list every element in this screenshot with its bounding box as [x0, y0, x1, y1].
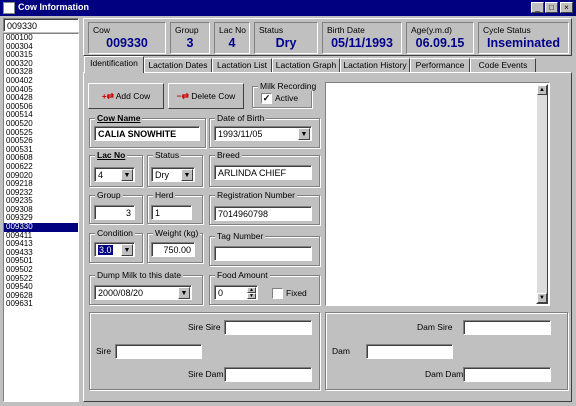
- notes-textarea[interactable]: ▲ ▼: [325, 82, 550, 306]
- chevron-down-icon[interactable]: ▼: [121, 169, 133, 181]
- active-checkbox[interactable]: ✓: [261, 93, 272, 104]
- add-cow-button[interactable]: +⇄ Add Cow: [88, 83, 164, 109]
- cow-list[interactable]: 000100 000304 000315 000320 000328 000402 0004…: [3, 33, 79, 402]
- cow-list-item[interactable]: 009631: [4, 300, 78, 309]
- scroll-up-icon[interactable]: ▲: [537, 85, 547, 95]
- dam-field[interactable]: [366, 344, 453, 359]
- sire-field[interactable]: [115, 344, 202, 359]
- tab-lactation-dates[interactable]: Lactation Dates: [144, 58, 212, 72]
- food-amount-field[interactable]: 0 ▲ ▼: [214, 285, 258, 300]
- dam-dam-field[interactable]: [463, 367, 551, 382]
- app-icon: [3, 2, 15, 14]
- lacno-select[interactable]: 4 ▼: [94, 167, 135, 182]
- dam-sire-field[interactable]: [463, 320, 551, 335]
- dam-pedigree-group: Dam Sire Dam Dam Dam: [325, 312, 568, 390]
- milk-recording-group: Milk Recording ✓ Active: [252, 81, 319, 108]
- fixed-checkbox[interactable]: [272, 288, 283, 299]
- sire-sire-label: Sire Sire: [188, 322, 221, 332]
- cow-summary-header: Cow 009330 Group 3 Lac No 4 Status Dry B…: [83, 18, 572, 56]
- cow-name-field[interactable]: CALIA SNOWHITE: [94, 126, 200, 141]
- herd-field[interactable]: 1: [151, 205, 192, 220]
- minimize-button[interactable]: _: [531, 2, 544, 13]
- breed-field[interactable]: ARLINDA CHIEF: [214, 165, 312, 180]
- summary-age: Age(y.m.d) 06.09.15: [406, 22, 474, 54]
- chevron-down-icon[interactable]: ▼: [181, 169, 193, 181]
- summary-cycle-status: Cycle Status Inseminated: [478, 22, 569, 54]
- scroll-down-icon[interactable]: ▼: [537, 293, 547, 303]
- summary-lacno: Lac No 4: [214, 22, 250, 54]
- dam-sire-label: Dam Sire: [417, 322, 453, 332]
- sire-dam-label: Sire Dam: [188, 369, 224, 379]
- dump-milk-select[interactable]: 2000/08/20 ▼: [94, 285, 192, 300]
- summary-group-value: 3: [186, 36, 194, 50]
- active-label: Active: [275, 93, 299, 103]
- dob-select[interactable]: 1993/11/05 ▼: [214, 126, 312, 141]
- group-field[interactable]: 3: [94, 205, 135, 220]
- summary-cow-value: 009330: [106, 36, 148, 50]
- summary-status: Status Dry: [254, 22, 318, 54]
- summary-birth-date-value: 05/11/1993: [331, 36, 393, 50]
- spin-down-icon[interactable]: ▼: [247, 293, 256, 299]
- sire-label: Sire: [96, 346, 112, 356]
- sire-pedigree-group: Sire Sire Sire Sire Dam: [89, 312, 320, 390]
- registration-field[interactable]: 7014960798: [214, 206, 312, 221]
- summary-cow: Cow 009330: [88, 22, 166, 54]
- status-select[interactable]: Dry ▼: [151, 167, 195, 182]
- summary-group: Group 3: [170, 22, 210, 54]
- tab-lactation-list[interactable]: Lactation List: [212, 58, 272, 72]
- close-button[interactable]: ×: [560, 2, 573, 13]
- tag-field[interactable]: [214, 246, 312, 261]
- summary-lacno-value: 4: [228, 36, 236, 50]
- summary-birth-date: Birth Date 05/11/1993: [322, 22, 402, 54]
- dam-label: Dam: [332, 346, 350, 356]
- summary-status-value: Dry: [275, 36, 297, 50]
- maximize-button[interactable]: □: [545, 2, 558, 13]
- dam-dam-label: Dam Dam: [425, 369, 464, 379]
- title-bar: Cow Information _ □ ×: [0, 0, 576, 16]
- chevron-down-icon[interactable]: ▼: [298, 128, 310, 140]
- cow-search-input[interactable]: 009330: [3, 18, 79, 32]
- sire-dam-field[interactable]: [224, 367, 312, 382]
- tab-performance[interactable]: Performance: [410, 58, 470, 72]
- fixed-label: Fixed: [286, 288, 307, 298]
- tab-lactation-history[interactable]: Lactation History: [340, 58, 410, 72]
- add-cow-icon: +⇄: [101, 91, 114, 101]
- delete-cow-button[interactable]: −⇄ Delete Cow: [168, 83, 244, 109]
- summary-cycle-status-value: Inseminated: [487, 36, 560, 50]
- chevron-down-icon[interactable]: ▼: [178, 287, 190, 299]
- weight-field[interactable]: 750.00: [151, 242, 195, 257]
- tab-lactation-graph[interactable]: Lactation Graph: [272, 58, 340, 72]
- notes-scrollbar[interactable]: ▲ ▼: [536, 84, 548, 304]
- sire-sire-field[interactable]: [224, 320, 312, 335]
- delete-cow-icon: −⇄: [176, 91, 189, 101]
- tab-identification[interactable]: Identification: [84, 56, 144, 73]
- chevron-down-icon[interactable]: ▼: [121, 244, 133, 256]
- condition-select[interactable]: 3.0 ▼: [94, 242, 135, 257]
- tab-code-events[interactable]: Code Events: [470, 58, 536, 72]
- window-title: Cow Information: [18, 2, 89, 12]
- summary-age-value: 06.09.15: [415, 36, 465, 50]
